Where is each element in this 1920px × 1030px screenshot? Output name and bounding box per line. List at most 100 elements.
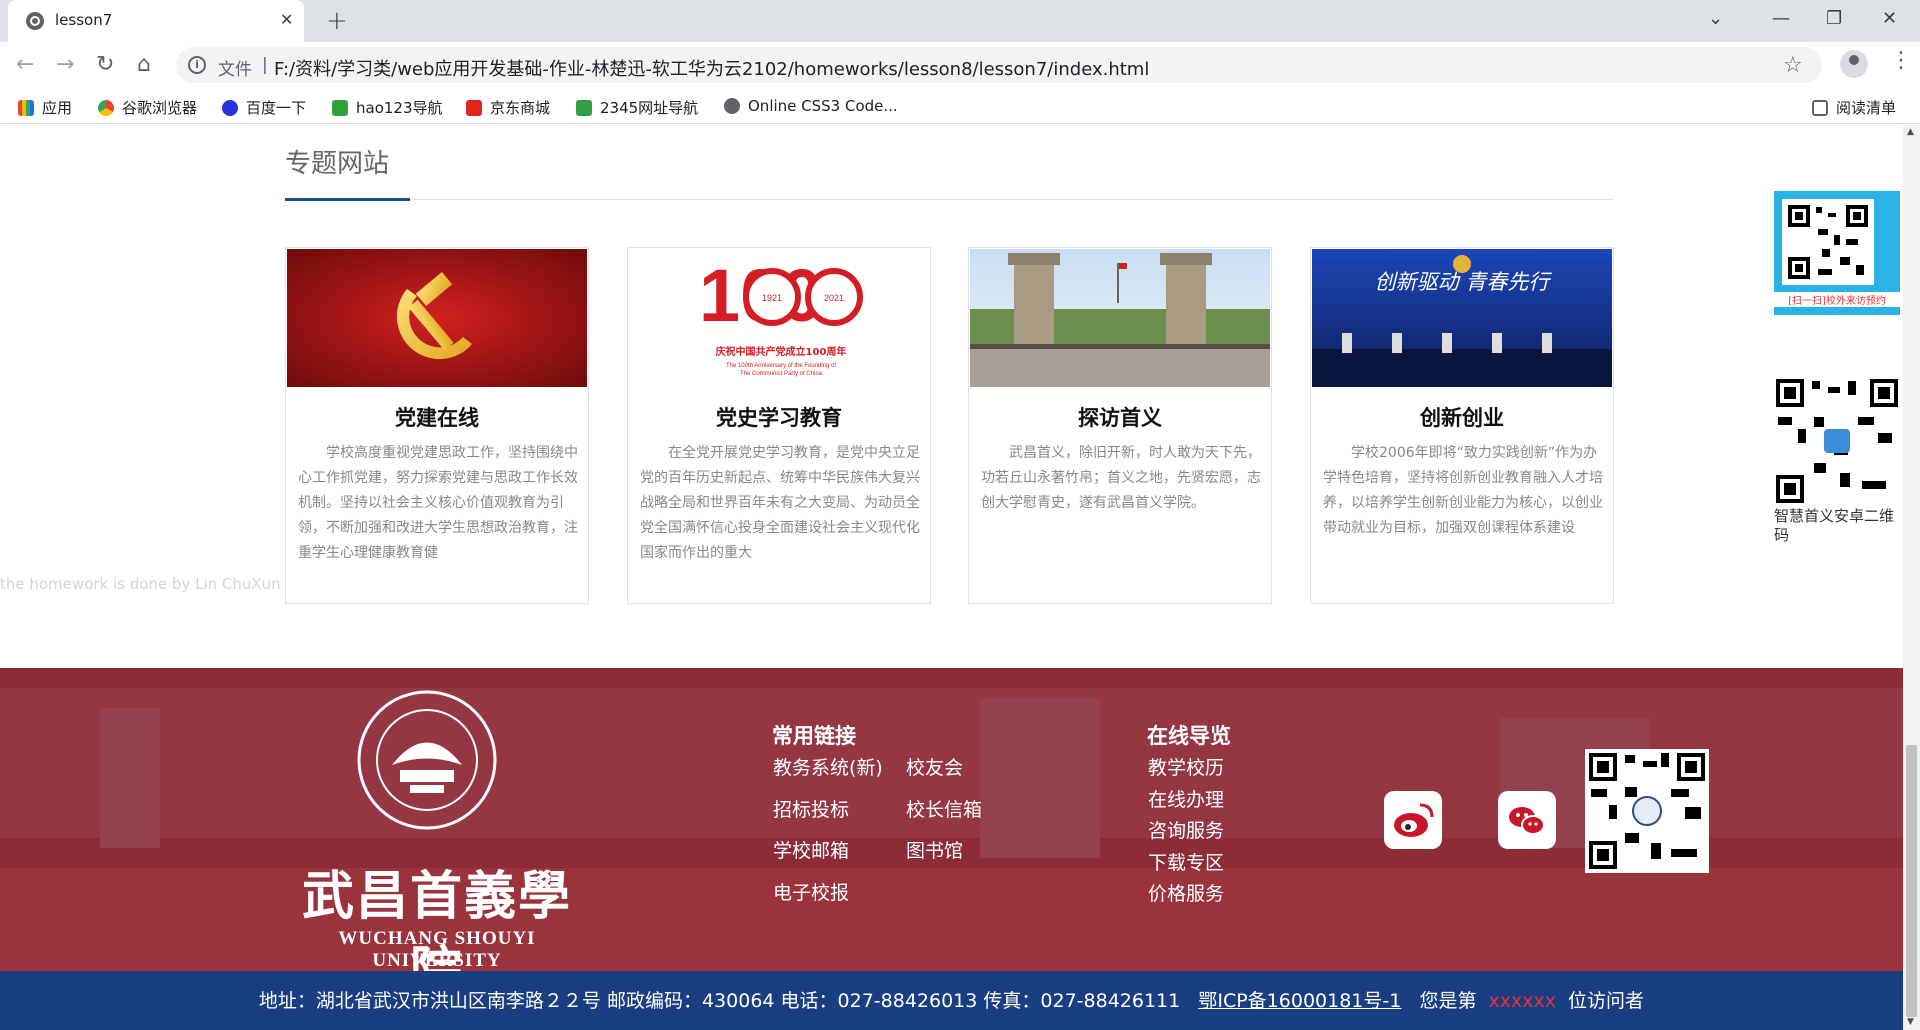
topic-card-party-building[interactable]: 党建在线 学校高度重视党建思政工作，坚持围绕中心工作抓党建，努力探索党建与思政工… [285, 247, 589, 604]
chrome-icon [98, 100, 114, 116]
card-title: 党建在线 [395, 406, 479, 430]
university-logo[interactable]: 武昌首義學院 WUCHANG SHOUYI UNIVERSITY [282, 690, 592, 971]
address-scheme-label: 文件 [218, 60, 252, 80]
bookmark-chrome[interactable]: 谷歌浏览器 [98, 97, 197, 118]
topic-card-party-history[interactable]: 100 1921 2021 庆祝中国共产党成立100周年 The 100th A… [627, 247, 931, 604]
footer-info-bar: 地址：湖北省武汉市洪山区南李路２２号 邮政编码：430064 电话：027-88… [0, 971, 1903, 1030]
baidu-paw-icon [222, 100, 238, 116]
centenary-caption-en-2: The Communist Party of China [740, 371, 823, 377]
address-separator: | [262, 55, 268, 75]
address-bar[interactable]: i 文件 | F:/资料/学习类/web应用开发基础-作业-林楚迅-软工华为云2… [176, 47, 1822, 83]
minimize-button[interactable]: — [1772, 8, 1790, 29]
tab-title: lesson7 [55, 11, 113, 29]
reading-list-button[interactable]: 阅读清单 [1812, 97, 1896, 118]
year-2021: 2021 [824, 293, 844, 303]
link-school-email[interactable]: 学校邮箱 [773, 836, 849, 863]
forum-banner-text: 创新驱动 青春先行 [1375, 270, 1553, 294]
tab-strip: lesson7 ✕ + ⌄ — ❐ ✕ [0, 0, 1920, 42]
footer-info-text: 地址：湖北省武汉市洪山区南李路２２号 邮政编码：430064 电话：027-88… [0, 986, 1903, 1013]
menu-kebab-icon[interactable]: ⋮ [1890, 48, 1912, 73]
section-divider [285, 199, 1614, 200]
link-academic-system[interactable]: 教务系统(新) [773, 753, 883, 780]
forward-arrow-icon[interactable]: → [56, 52, 74, 77]
campus-gate-photo [970, 249, 1270, 387]
link-alumni[interactable]: 校友会 [906, 753, 963, 780]
bookmark-apps[interactable]: 应用 [18, 97, 72, 118]
link-online-service[interactable]: 在线办理 [1148, 785, 1224, 812]
bookmark-star-icon[interactable]: ☆ [1783, 53, 1803, 78]
scroll-down-arrow-icon[interactable]: ▼ [1907, 1017, 1914, 1027]
qr-code-icon [1782, 199, 1874, 285]
homework-note: the homework is done by Lin ChuXun [0, 575, 281, 593]
browser-toolbar: ← → ↻ ⌂ i 文件 | F:/资料/学习类/web应用开发基础-作业-林楚… [0, 42, 1920, 88]
year-1921: 1921 [762, 293, 782, 303]
university-name-en: WUCHANG SHOUYI UNIVERSITY [338, 928, 536, 971]
bookmark-label: 应用 [42, 99, 73, 117]
bookmark-2345[interactable]: 2345网址导航 [576, 97, 698, 118]
visitor-count: xxxxxx [1488, 990, 1556, 1012]
browser-window: lesson7 ✕ + ⌄ — ❐ ✕ ← → ↻ ⌂ i 文件 | F:/资料… [0, 0, 1920, 1030]
bookmark-label: 百度一下 [246, 99, 307, 117]
bookmark-css3[interactable]: Online CSS3 Code... [724, 97, 898, 115]
centenary-caption-cn: 庆祝中国共产党成立100周年 [715, 345, 847, 358]
scrollbar-thumb[interactable] [1906, 745, 1917, 1017]
link-library[interactable]: 图书馆 [906, 836, 963, 863]
weibo-icon[interactable] [1384, 791, 1442, 849]
bookmark-label: Online CSS3 Code... [748, 97, 898, 115]
visit-appointment-qr[interactable]: [扫一扫]校外来访预约 [1774, 191, 1900, 315]
bookmark-baidu[interactable]: 百度一下 [222, 97, 306, 118]
topic-card-visit-shouyi[interactable]: 探访首义 武昌首义，除旧开新，时人敢为天下先，功若丘山永著竹帛；首义之地，先贤宏… [968, 247, 1272, 604]
wechat-icon[interactable] [1498, 791, 1556, 849]
back-arrow-icon[interactable]: ← [16, 52, 34, 77]
link-downloads[interactable]: 下载专区 [1148, 848, 1224, 875]
online-guide-heading: 在线导览 [1147, 724, 1231, 748]
info-icon[interactable]: i [188, 56, 206, 74]
bookmark-jd[interactable]: 京东商城 [466, 97, 550, 118]
profile-avatar[interactable] [1840, 50, 1868, 78]
close-icon[interactable]: ✕ [280, 10, 293, 29]
bookmark-label: 谷歌浏览器 [122, 99, 198, 117]
bookmark-hao123[interactable]: hao123导航 [332, 97, 443, 118]
section-divider-accent [285, 198, 410, 201]
reload-icon[interactable]: ↻ [96, 52, 114, 77]
footer-qr-code[interactable] [1585, 749, 1709, 873]
bookmark-label: 京东商城 [490, 99, 551, 117]
page-scrollbar[interactable]: ▲ ▼ [1903, 125, 1920, 1030]
common-links-heading: 常用链接 [772, 724, 856, 748]
2345-icon [576, 100, 592, 116]
card-description: 在全党开展党史学习教育，是党中央立足党的百年历史新起点、统筹中华民族伟大复兴战略… [640, 445, 920, 561]
link-school-calendar[interactable]: 教学校历 [1148, 753, 1224, 780]
footer-address: 地址：湖北省武汉市洪山区南李路２２号 邮政编码：430064 电话：027-88… [258, 990, 1181, 1012]
card-description: 武昌首义，除旧开新，时人敢为天下先，功若丘山永著竹帛；首义之地，先贤宏愿，志创大… [981, 445, 1261, 511]
bookmarks-bar: 应用 谷歌浏览器 百度一下 hao123导航 京东商城 2345网址导航 Onl… [0, 88, 1920, 124]
browser-tab[interactable]: lesson7 ✕ [8, 0, 304, 42]
reading-list-icon [1812, 100, 1828, 116]
qr-caption: 智慧首义安卓二维码 [1774, 507, 1895, 544]
topic-card-innovation[interactable]: 创新驱动 青春先行 创新创业 学校2006年即将“致力实践创新”作为办学特色培育… [1310, 247, 1614, 604]
innovation-forum-photo: 创新驱动 青春先行 [1312, 249, 1612, 387]
home-icon[interactable]: ⌂ [137, 52, 151, 77]
icp-link[interactable]: 鄂ICP备16000181号-1 [1198, 990, 1401, 1012]
link-bidding[interactable]: 招标投标 [773, 795, 849, 822]
card-title: 创新创业 [1420, 406, 1504, 430]
scroll-up-arrow-icon[interactable]: ▲ [1907, 127, 1914, 137]
tab-search-chevron-icon[interactable]: ⌄ [1708, 8, 1723, 29]
hao123-icon [332, 100, 348, 116]
globe-icon [26, 12, 44, 30]
card-title: 探访首义 [1078, 406, 1162, 430]
globe-icon [724, 98, 740, 114]
restore-button[interactable]: ❐ [1826, 8, 1842, 29]
link-president-mailbox[interactable]: 校长信箱 [906, 795, 982, 822]
link-price-service[interactable]: 价格服务 [1148, 879, 1224, 906]
address-url[interactable]: F:/资料/学习类/web应用开发基础-作业-林楚迅-软工华为云2102/hom… [274, 55, 1149, 81]
link-consulting[interactable]: 咨询服务 [1148, 816, 1224, 843]
link-e-newspaper[interactable]: 电子校报 [773, 878, 849, 905]
android-app-qr[interactable] [1774, 377, 1900, 505]
qr-caption: [扫一扫]校外来访预约 [1774, 292, 1900, 307]
jd-icon [466, 100, 482, 116]
reading-list-label: 阅读清单 [1836, 99, 1897, 117]
card-description: 学校2006年即将“致力实践创新”作为办学特色培育，坚持将创新创业教育融入人才培… [1323, 445, 1603, 536]
new-tab-button[interactable]: + [326, 6, 348, 36]
bookmark-label: hao123导航 [356, 99, 443, 117]
close-window-button[interactable]: ✕ [1882, 8, 1897, 29]
